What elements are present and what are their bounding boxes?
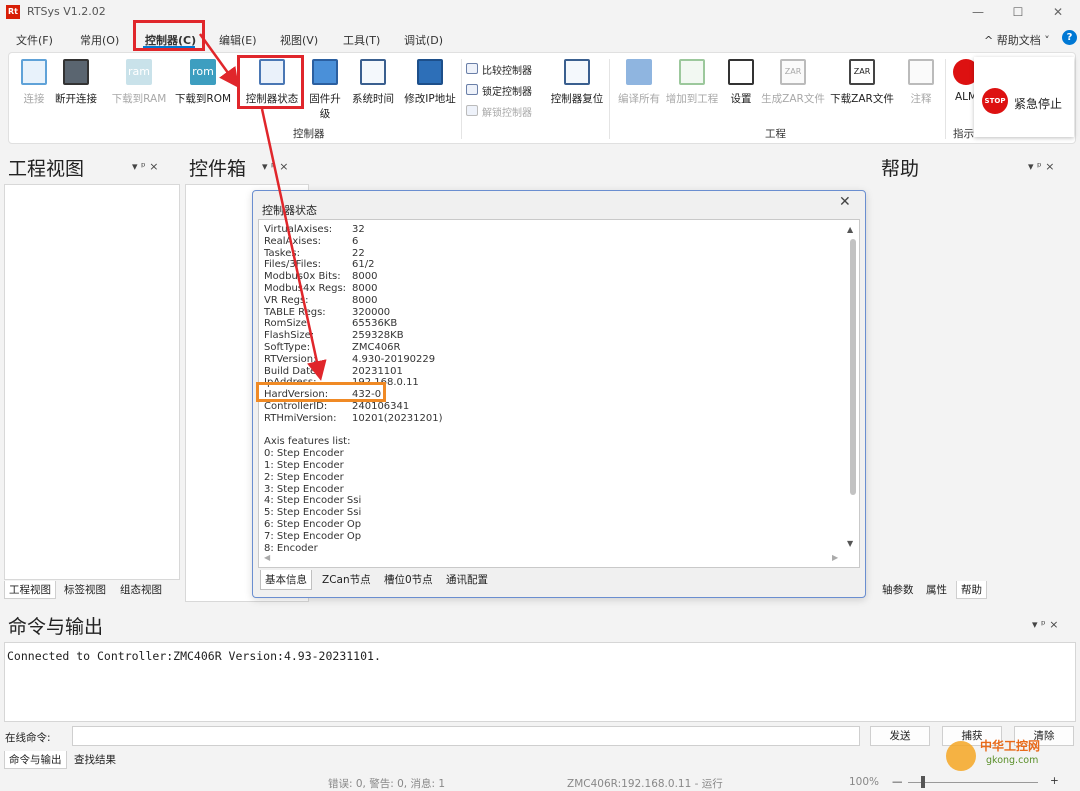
output-text-area: Connected to Controller:ZMC406R Version:… [4, 642, 1076, 722]
status-bar: 错误: 0, 警告: 0, 消息: 1 ZMC406R:192.168.0.11… [0, 773, 1080, 791]
output-line: Connected to Controller:ZMC406R Version:… [7, 649, 381, 663]
tab-command-output[interactable]: 命令与输出 [4, 751, 67, 769]
zoom-slider-thumb[interactable] [921, 776, 925, 788]
output-tab-strip: 命令与输出 查找结果 [4, 751, 304, 771]
zoom-out-button[interactable]: — [892, 776, 903, 788]
send-button[interactable]: 发送 [870, 726, 930, 746]
gear-icon [946, 741, 976, 771]
cmd-label: 在线命令: [5, 732, 51, 744]
command-input[interactable] [72, 726, 860, 746]
watermark: 中华工控网 gkong.com [946, 737, 1076, 773]
status-connection: ZMC406R:192.168.0.11 - 运行 [567, 778, 723, 790]
tab-search-results[interactable]: 查找结果 [70, 751, 120, 769]
zoom-level: 100% [849, 776, 880, 788]
watermark-site: 中华工控网 [980, 739, 1041, 753]
output-panel-title: 命令与输出 [8, 616, 104, 638]
zoom-in-button[interactable]: + [1050, 775, 1059, 787]
status-messages: 错误: 0, 警告: 0, 消息: 1 [328, 778, 446, 790]
arrow-menu-to-button [198, 33, 239, 89]
output-panel-controls[interactable]: ▾ ᵖ × [1032, 618, 1058, 631]
watermark-url: gkong.com [986, 755, 1039, 766]
arrow-button-to-version [260, 108, 327, 381]
zoom-slider[interactable] [908, 782, 1038, 783]
